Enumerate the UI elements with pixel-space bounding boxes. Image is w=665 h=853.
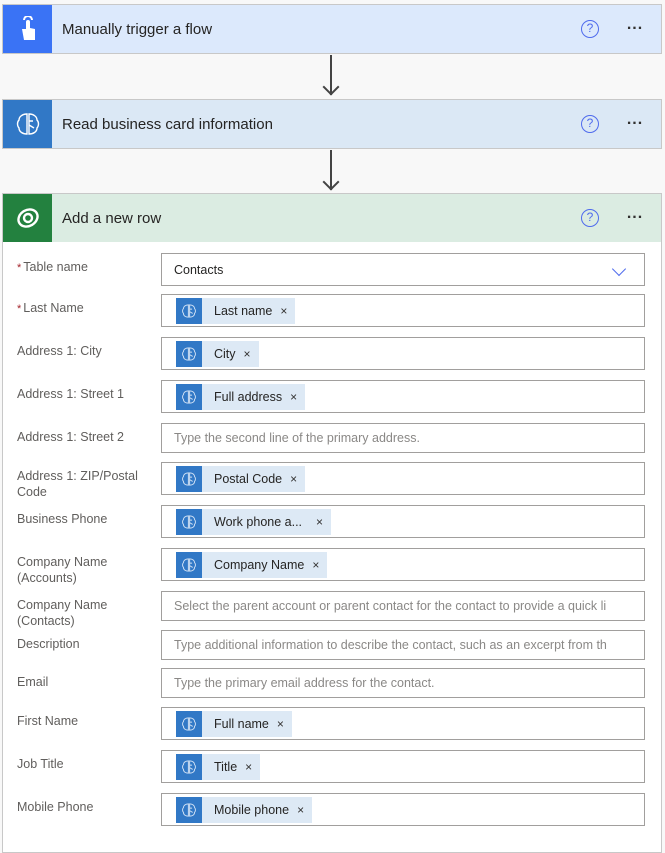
dynamic-content-token[interactable]: Full name × — [176, 710, 292, 737]
dynamic-content-token[interactable]: Mobile phone × — [176, 796, 313, 823]
remove-token-icon[interactable]: × — [312, 558, 319, 572]
dynamic-content-token[interactable]: Company Name × — [176, 551, 328, 578]
remove-token-icon[interactable]: × — [245, 760, 252, 774]
ai-builder-brain-icon — [176, 710, 202, 737]
token-label: Company Name — [214, 557, 305, 572]
connector-arrow-head — [322, 173, 340, 191]
address-city-field[interactable]: City × — [161, 337, 645, 370]
token-label: Last name — [214, 303, 273, 318]
address-street-1-field[interactable]: Full address × — [161, 380, 645, 413]
remove-token-icon[interactable]: × — [290, 390, 297, 404]
email-input[interactable]: Type the primary email address for the c… — [161, 668, 645, 698]
field-label: Address 1: City — [17, 344, 102, 358]
remove-token-icon[interactable]: × — [244, 347, 251, 361]
field-label: Address 1: Street 1 — [17, 387, 125, 401]
remove-token-icon[interactable]: × — [297, 803, 304, 817]
ai-builder-brain-icon — [3, 100, 52, 148]
read-business-card-card[interactable]: Read business card information ? ... — [2, 99, 662, 149]
more-options-icon[interactable]: ... — [623, 112, 647, 133]
remove-token-icon[interactable]: × — [280, 304, 287, 318]
help-icon[interactable]: ? — [581, 20, 599, 38]
ai-builder-brain-icon — [176, 551, 202, 578]
field-label: First Name — [17, 714, 79, 728]
read-card-header[interactable]: Read business card information ? ... — [3, 100, 661, 148]
token-label: Full address — [214, 389, 283, 404]
help-icon[interactable]: ? — [581, 115, 599, 133]
trigger-card-header[interactable]: Manually trigger a flow ? ... — [3, 5, 661, 53]
table-name-dropdown[interactable]: Contacts — [161, 253, 645, 286]
ai-builder-brain-icon — [176, 465, 202, 492]
remove-token-icon[interactable]: × — [316, 515, 323, 529]
dynamic-content-token[interactable]: Work phone a... × — [176, 508, 332, 535]
field-label: Mobile Phone — [17, 800, 94, 814]
address-street-2-input[interactable]: Type the second line of the primary addr… — [161, 423, 645, 453]
field-label: Company Name (Contacts) — [17, 598, 108, 628]
touch-hand-icon — [3, 5, 52, 53]
ai-builder-brain-icon — [176, 508, 202, 535]
read-card-title: Read business card information — [62, 115, 273, 133]
field-label: Address 1: ZIP/Postal Code — [17, 469, 138, 499]
add-row-card-header[interactable]: Add a new row ? ... — [3, 194, 661, 242]
add-row-card-title: Add a new row — [62, 209, 162, 227]
postal-code-field[interactable]: Postal Code × — [161, 462, 645, 495]
description-input[interactable]: Type additional information to describe … — [161, 630, 645, 660]
field-label: Company Name (Accounts) — [17, 555, 108, 585]
company-name-contacts-input[interactable]: Select the parent account or parent cont… — [161, 591, 645, 621]
dynamic-content-token[interactable]: City × — [176, 340, 259, 367]
dataverse-icon — [3, 194, 52, 242]
token-label: Postal Code — [214, 471, 283, 486]
chevron-down-icon[interactable] — [611, 261, 627, 277]
field-label: Description — [17, 637, 80, 651]
token-label: Work phone a... — [214, 514, 303, 529]
remove-token-icon[interactable]: × — [290, 472, 297, 486]
ai-builder-brain-icon — [176, 796, 202, 823]
dynamic-content-token[interactable]: Postal Code × — [176, 465, 306, 492]
more-options-icon[interactable]: ... — [623, 206, 647, 227]
add-new-row-card[interactable]: Add a new row ? ... * Table name Contacts… — [2, 193, 662, 853]
first-name-field[interactable]: Full name × — [161, 707, 645, 740]
dynamic-content-token[interactable]: Last name × — [176, 297, 296, 324]
ai-builder-brain-icon — [176, 753, 202, 780]
last-name-field[interactable]: Last name × — [161, 294, 645, 327]
job-title-field[interactable]: Title × — [161, 750, 645, 783]
dropdown-value: Contacts — [174, 262, 224, 277]
field-label-text: Last Name — [23, 301, 84, 315]
ai-builder-brain-icon — [176, 297, 202, 324]
field-label: Address 1: Street 2 — [17, 430, 125, 444]
business-phone-field[interactable]: Work phone a... × — [161, 505, 645, 538]
dynamic-content-token[interactable]: Title × — [176, 753, 261, 780]
ai-builder-brain-icon — [176, 340, 202, 367]
required-marker: * — [17, 303, 22, 315]
field-label-text: Table name — [23, 260, 88, 274]
token-label: Full name — [214, 716, 269, 731]
token-label: City — [214, 346, 236, 361]
field-label: Job Title — [17, 757, 64, 771]
field-label: * Table name — [17, 259, 152, 276]
field-label: Business Phone — [17, 512, 108, 526]
token-label: Title — [214, 759, 238, 774]
connector-arrow-head — [322, 78, 340, 96]
help-icon[interactable]: ? — [581, 209, 599, 227]
trigger-card-title: Manually trigger a flow — [62, 20, 213, 38]
field-label: Email — [17, 675, 49, 689]
trigger-card[interactable]: Manually trigger a flow ? ... — [2, 4, 662, 54]
mobile-phone-field[interactable]: Mobile phone × — [161, 793, 645, 826]
dynamic-content-token[interactable]: Full address × — [176, 383, 306, 410]
token-label: Mobile phone — [214, 802, 290, 817]
field-label: * Last Name — [17, 300, 152, 317]
more-options-icon[interactable]: ... — [623, 17, 647, 38]
required-marker: * — [17, 262, 22, 274]
ai-builder-brain-icon — [176, 383, 202, 410]
remove-token-icon[interactable]: × — [277, 717, 284, 731]
company-name-accounts-field[interactable]: Company Name × — [161, 548, 645, 581]
